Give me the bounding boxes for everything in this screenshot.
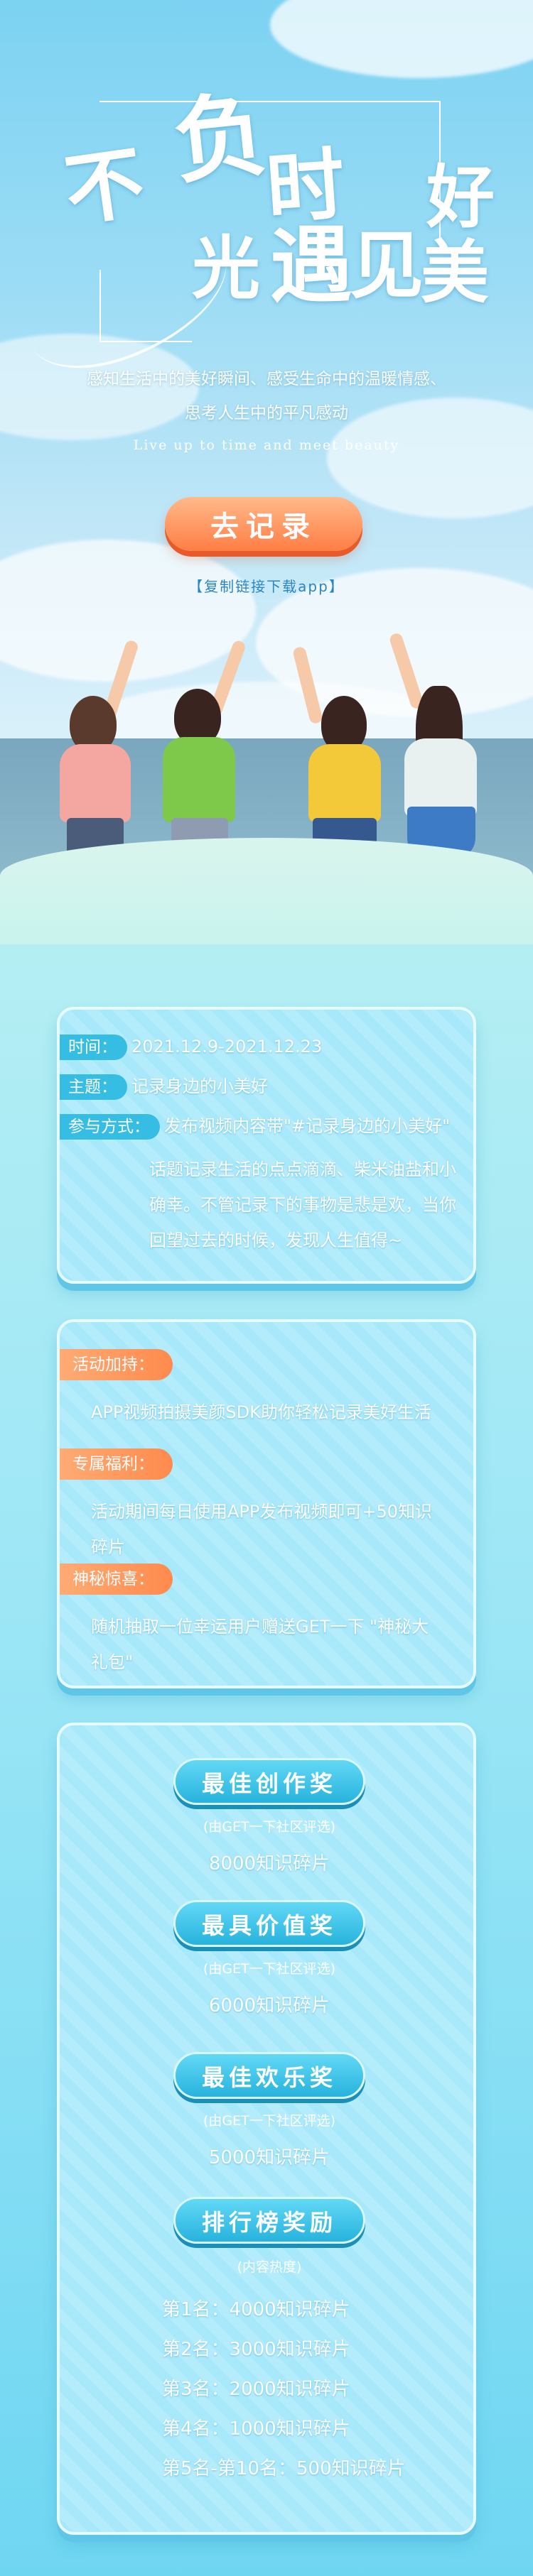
- award-note: (由GET一下社区评选): [203, 1819, 336, 1835]
- title-char: 好: [426, 157, 495, 237]
- ranking-row: 第3名：2000知识碎片: [162, 2379, 350, 2400]
- theme-row: 主题： 记录身边的小美好: [60, 1069, 268, 1103]
- title-char: 见: [350, 222, 424, 309]
- award-note: (由GET一下社区评选): [203, 2113, 336, 2129]
- awards-card: 最佳创作奖 (由GET一下社区评选) 8000知识碎片 最具价值奖 (由GET一…: [57, 1723, 476, 2535]
- hero-description: 思考人生中的平凡感动: [185, 404, 348, 422]
- method-value: 发布视频内容带"#记录身边的小美好": [164, 1116, 451, 1136]
- boost-text: APP视频拍摄美颜SDK助你轻松记录美好生活: [91, 1402, 431, 1422]
- ranking-row: 第4名：1000知识碎片: [162, 2418, 350, 2440]
- surprise-label: 神秘惊喜：: [60, 1563, 173, 1595]
- title-char: 不: [59, 135, 150, 238]
- cloud: [270, 0, 533, 78]
- time-label: 时间：: [60, 1035, 127, 1060]
- boost-label: 活动加持：: [60, 1349, 173, 1380]
- title-frame: [99, 101, 441, 102]
- time-row: 时间： 2021.12.9-2021.12.23: [60, 1030, 322, 1064]
- method-label: 参与方式：: [60, 1114, 160, 1140]
- ranking-row: 第2名：3000知识碎片: [162, 2339, 350, 2360]
- theme-value: 记录身边的小美好: [131, 1076, 268, 1096]
- surprise-text: 随机抽取一位幸运用户赠送GET一下 "神秘大: [91, 1617, 429, 1637]
- surprise-text: 礼包": [91, 1652, 134, 1672]
- ranking-title: 排行榜奖励: [173, 2197, 365, 2244]
- ranking-row: 第5名-第10名：500知识碎片: [162, 2458, 406, 2479]
- download-hint[interactable]: 【复制链接下载app】: [0, 575, 533, 596]
- title-char: 美: [421, 232, 489, 312]
- method-description: 话题记录生活的点点滴滴、柴米油盐和小: [149, 1159, 456, 1179]
- ranking-note: (内容热度): [237, 2259, 302, 2275]
- title-char: 光: [192, 228, 260, 308]
- method-description: 确幸。不管记录下的事物是悲是欢，当你: [149, 1195, 456, 1215]
- theme-label: 主题：: [60, 1074, 127, 1100]
- time-value: 2021.12.9-2021.12.23: [131, 1037, 323, 1057]
- activity-info-card: 时间： 2021.12.9-2021.12.23 主题： 记录身边的小美好 参与方式…: [57, 1007, 476, 1284]
- cloud-ground: [0, 838, 533, 944]
- ranking-row: 第1名：4000知识碎片: [162, 2299, 350, 2320]
- award-note: (由GET一下社区评选): [203, 1961, 336, 1977]
- award-title: 最具价值奖: [173, 1900, 365, 1947]
- welfare-label: 专属福利：: [60, 1448, 173, 1480]
- method-description: 回望过去的时候，发现人生值得~: [149, 1230, 403, 1250]
- title-char: 负: [168, 79, 272, 197]
- award-prize: 5000知识碎片: [208, 2147, 330, 2168]
- hero-subtitle-english: Live up to time and meet beauty: [133, 437, 400, 453]
- method-row: 参与方式： 发布视频内容带"#记录身边的小美好": [60, 1109, 450, 1143]
- award-title: 最佳创作奖: [173, 1758, 365, 1805]
- title-char: 时: [263, 138, 348, 235]
- title-char: 遇: [270, 217, 352, 314]
- welfare-text: 碎片: [91, 1537, 125, 1557]
- record-button[interactable]: 去记录: [165, 497, 362, 551]
- award-prize: 8000知识碎片: [208, 1853, 330, 1874]
- award-title: 最佳欢乐奖: [173, 2052, 365, 2099]
- welfare-text: 活动期间每日使用APP发布视频即可+50知识: [91, 1502, 433, 1522]
- award-prize: 6000知识碎片: [208, 1995, 330, 2016]
- hero-description: 感知生活中的美好瞬间、感受生命中的温暖情感、: [87, 370, 446, 388]
- hero-banner: 不 负 时 光 遇 见 美 好 感知生活中的美好瞬间、感受生命中的温暖情感、 思…: [0, 0, 533, 944]
- bonus-card: 活动加持： APP视频拍摄美颜SDK助你轻松记录美好生活 专属福利： 活动期间每…: [57, 1319, 476, 1688]
